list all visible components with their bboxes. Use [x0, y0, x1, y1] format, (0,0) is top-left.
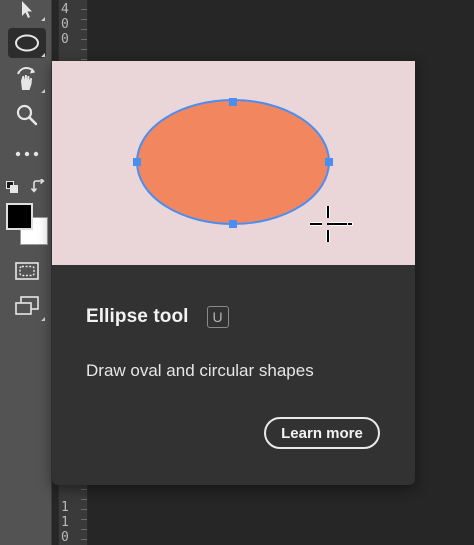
keyboard-shortcut-badge: U	[206, 306, 229, 328]
ellipse-handle-left	[133, 158, 141, 166]
move-tool-button[interactable]	[8, 0, 46, 22]
tool-group-indicator	[41, 53, 45, 57]
foreground-color-swatch[interactable]	[6, 203, 33, 230]
tools-panel	[0, 0, 52, 545]
default-colors-icon	[6, 181, 18, 193]
ruler-label-top: 4 0 0	[61, 2, 69, 47]
app-window: 4 0 0 1 1 0 Ellipse tool U Draw oval and…	[0, 0, 474, 545]
ellipse-handle-right	[325, 158, 333, 166]
ellipse-preview-illustration	[133, 98, 353, 242]
crosshair-cursor-icon	[310, 206, 353, 242]
tooltip-title-row: Ellipse tool U	[86, 303, 229, 331]
tooltip-title: Ellipse tool	[86, 306, 189, 327]
preview-ellipse-shape	[136, 99, 330, 225]
tool-tooltip-card: Ellipse tool U Draw oval and circular sh…	[52, 61, 415, 485]
change-screen-mode-button[interactable]	[8, 292, 46, 322]
swap-arrows-icon	[30, 177, 45, 193]
magnifier-icon	[16, 104, 38, 126]
default-colors-button[interactable]	[6, 180, 18, 193]
hand-rotate-tool-button[interactable]	[8, 64, 46, 94]
ellipse-handle-top	[229, 98, 237, 106]
tool-group-indicator	[41, 89, 45, 93]
ruler-label-bottom: 1 1 0	[61, 500, 69, 545]
learn-more-button[interactable]: Learn more	[264, 417, 380, 449]
swap-colors-button[interactable]	[30, 177, 45, 193]
ellipse-tool-button[interactable]	[8, 28, 46, 58]
screen-mode-icon	[15, 296, 39, 315]
ellipse-icon	[15, 34, 39, 52]
quick-mask-icon	[15, 262, 39, 280]
more-tools-button[interactable]	[8, 139, 46, 169]
tooltip-description: Draw oval and circular shapes	[86, 361, 314, 380]
tool-group-indicator	[41, 17, 45, 21]
arrow-cursor-icon	[22, 1, 32, 18]
zoom-tool-button[interactable]	[8, 100, 46, 130]
ellipsis-icon	[15, 151, 39, 157]
hand-rotate-icon	[17, 67, 35, 90]
quick-mask-button[interactable]	[8, 256, 46, 286]
tool-preview-image	[52, 61, 415, 265]
tool-group-indicator	[41, 317, 45, 321]
ellipse-handle-bottom	[229, 220, 237, 228]
